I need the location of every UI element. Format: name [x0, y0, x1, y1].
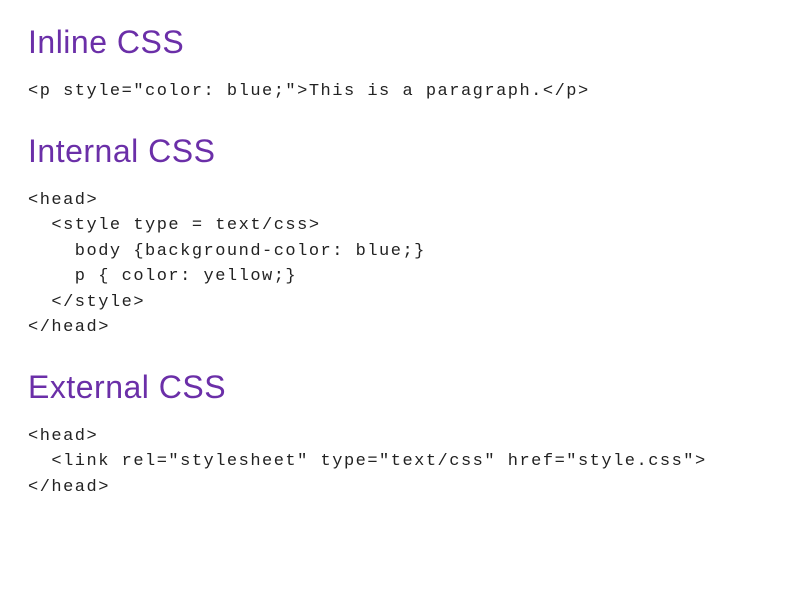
heading-external-css: External CSS [28, 369, 772, 406]
heading-internal-css: Internal CSS [28, 133, 772, 170]
heading-inline-css: Inline CSS [28, 24, 772, 61]
code-block-external: <head> <link rel="stylesheet" type="text… [28, 424, 772, 501]
section-external-css: External CSS <head> <link rel="styleshee… [28, 369, 772, 501]
section-inline-css: Inline CSS <p style="color: blue;">This … [28, 24, 772, 105]
section-internal-css: Internal CSS <head> <style type = text/c… [28, 133, 772, 341]
code-block-inline: <p style="color: blue;">This is a paragr… [28, 79, 772, 105]
code-block-internal: <head> <style type = text/css> body {bac… [28, 188, 772, 341]
